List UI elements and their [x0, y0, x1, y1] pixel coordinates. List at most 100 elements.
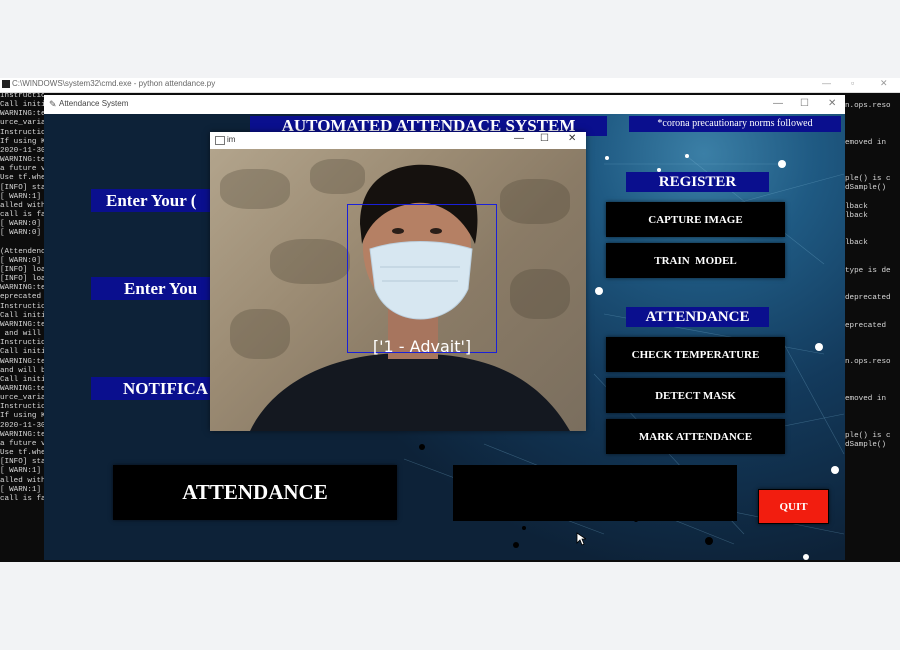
cmd-output-line — [845, 120, 900, 129]
close-icon[interactable]: ✕ — [828, 98, 836, 109]
cmd-output-line: Use tf.whe — [0, 449, 44, 458]
cmd-output-line: eprecated — [845, 321, 887, 330]
cmd-output-line: WARNING:te — [0, 430, 44, 439]
app-title: Attendance System — [59, 99, 129, 108]
mark-attendance-button[interactable]: MARK ATTENDANCE — [606, 419, 785, 454]
cmd-output-line: n.ops.reso — [845, 358, 891, 367]
cmd-output-line: eprecated a — [0, 293, 42, 302]
cmd-output-line: [INFO] sta — [0, 458, 44, 467]
cmd-output-line: ple() is c — [845, 431, 891, 440]
cmd-output-line — [845, 221, 900, 230]
camera-feed: ['1 - Advait'] — [210, 149, 586, 431]
attendance-button[interactable]: ATTENDANCE — [113, 465, 397, 520]
cmd-output-line: Call initi — [0, 101, 44, 110]
cmd-output-line: lback — [845, 211, 868, 220]
cmd-output-line: urce_varia — [0, 394, 44, 403]
cmd-output-line: lback — [845, 202, 868, 211]
cmd-output-line: dSample() — [845, 440, 887, 449]
cmd-output-line — [845, 249, 900, 258]
cmd-output-line — [845, 386, 900, 395]
mouse-cursor-icon — [576, 532, 586, 546]
cmd-output-line: deprecated — [845, 294, 891, 303]
detect-mask-button[interactable]: DETECT MASK — [606, 378, 785, 413]
cmd-output-line: ple() is c — [845, 175, 891, 184]
cmd-output-line: Call initi — [0, 348, 44, 357]
cmd-output-line — [845, 276, 900, 285]
feather-icon: ✎ — [49, 99, 57, 109]
cmd-output-line: [INFO] sta — [0, 183, 44, 192]
face-detection-box — [347, 204, 497, 353]
check-temperature-button[interactable]: CHECK TEMPERATURE — [606, 337, 785, 372]
cmd-output-line: urce_varia — [0, 119, 44, 128]
cmd-output-line: dSample() — [845, 184, 887, 193]
cmd-output-line — [845, 303, 900, 312]
train-model-button[interactable]: TRAIN MODEL — [606, 243, 785, 278]
corona-notice: *corona precautionary norms followed — [629, 116, 841, 132]
camera-title-bar[interactable]: im — ☐ ✕ — [210, 132, 586, 149]
cmd-output-line: lback — [845, 239, 868, 248]
notification-output-box — [453, 465, 737, 521]
cmd-output-line — [0, 239, 44, 248]
quit-button[interactable]: QUIT — [758, 489, 829, 524]
cmd-output-line: and will — [0, 330, 44, 339]
cmd-output-line — [845, 368, 900, 377]
cmd-output-line — [845, 340, 900, 349]
cmd-output-line: call is fa — [0, 211, 44, 220]
cmd-output-line: [ WARN:0] — [0, 256, 44, 265]
window-icon — [215, 136, 225, 145]
cmd-output-line — [845, 377, 900, 386]
cmd-output-line: [INFO] loa — [0, 265, 44, 274]
cmd-output-line: alled with — [0, 201, 44, 210]
capture-image-button[interactable]: CAPTURE IMAGE — [606, 202, 785, 237]
cmd-output-line: If using K — [0, 137, 44, 146]
cmd-output-line: call is fa — [0, 494, 44, 503]
app-title-bar[interactable]: ✎ Attendance System — ☐ ✕ — [44, 95, 845, 114]
cmd-output-line: [ WARN:1] — [0, 192, 44, 201]
cmd-output-line: 2020-11-30 — [0, 146, 44, 155]
cmd-output-line: [ WARN:0] — [0, 220, 44, 229]
close-icon[interactable]: ✕ — [880, 78, 888, 89]
face-recognition-label: ['1 - Advait'] — [372, 337, 472, 356]
cmd-output-line: WARNING:te — [0, 320, 44, 329]
cmd-output-line: Use tf.whe — [0, 174, 44, 183]
cmd-output-line: emoved in — [845, 138, 887, 147]
cmd-output-line: [ WARN:1] — [0, 485, 44, 494]
cmd-output-line: Instructio — [0, 128, 44, 137]
cmd-output-line: Instructio — [0, 403, 44, 412]
cmd-output-line — [845, 194, 900, 203]
cmd-output-line: Instructio — [0, 339, 44, 348]
cmd-output-right: n.ops.reso emoved in ple() is c dSample()… — [845, 102, 900, 562]
close-icon[interactable]: ✕ — [568, 133, 576, 144]
cmd-output-line: type is de — [845, 266, 891, 275]
camera-window: im — ☐ ✕ ['1 - Advait'] — [210, 132, 586, 431]
minimize-icon[interactable]: — — [773, 98, 783, 109]
cmd-output-line: a future v — [0, 439, 44, 448]
cmd-output-line — [845, 258, 900, 267]
cmd-output-line — [845, 349, 900, 358]
cmd-output-line — [845, 404, 900, 413]
cmd-output-line — [845, 129, 900, 138]
camera-title: im — [227, 135, 236, 144]
cmd-output-line: Call initi — [0, 311, 44, 320]
maximize-icon[interactable]: ▫ — [851, 78, 854, 88]
cmd-output-line: emoved in — [845, 395, 887, 403]
cmd-output-line: Call initi — [0, 375, 44, 384]
cmd-output-line: [ WARN:1] — [0, 467, 44, 476]
cmd-output-line: n.ops.reso — [845, 102, 891, 110]
cmd-title-bar[interactable]: C:\WINDOWS\system32\cmd.exe - python att… — [0, 78, 900, 93]
cmd-output-line: Instructions for updating: — [0, 92, 44, 100]
cmd-output-line — [845, 313, 900, 322]
minimize-icon[interactable]: — — [822, 78, 831, 88]
cmd-output-line — [845, 166, 900, 175]
cmd-output-line: Instructio — [0, 302, 44, 311]
cmd-output-line: WARNING:te — [0, 284, 44, 293]
cmd-output-left: Instructions for updating:Call initiWARN… — [0, 92, 44, 562]
cmd-output-line: [ WARN:0] — [0, 229, 44, 238]
minimize-icon[interactable]: — — [514, 133, 524, 144]
register-section-title: REGISTER — [626, 172, 769, 192]
cmd-output-line: WARNING:te — [0, 385, 44, 393]
cmd-output-line — [845, 285, 900, 294]
cmd-output-line: WARNING:te — [0, 110, 44, 119]
maximize-icon[interactable]: ☐ — [540, 133, 549, 144]
maximize-icon[interactable]: ☐ — [800, 98, 809, 109]
